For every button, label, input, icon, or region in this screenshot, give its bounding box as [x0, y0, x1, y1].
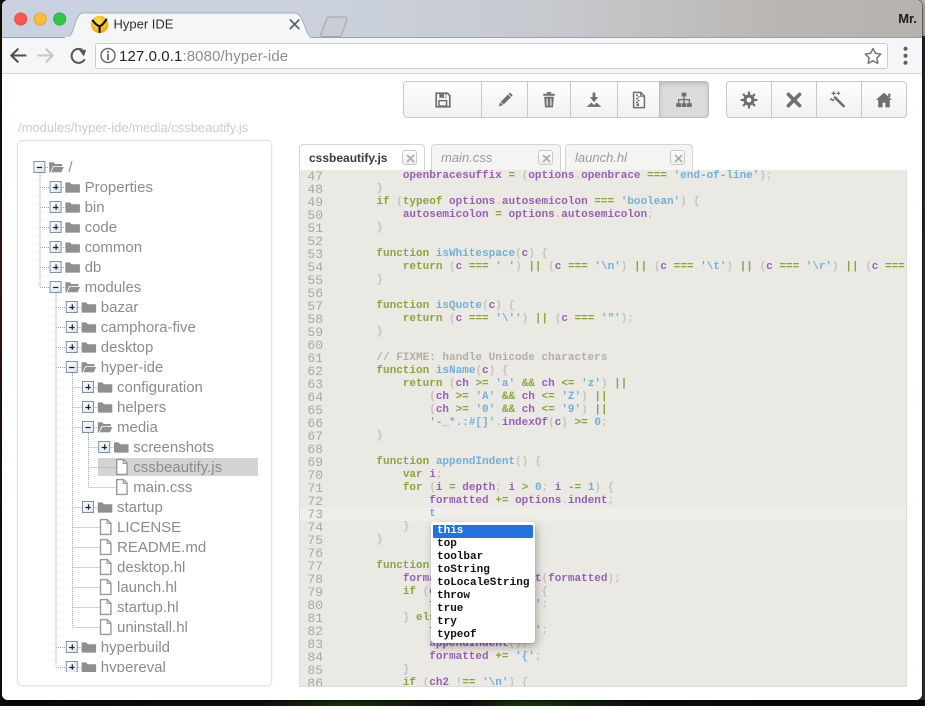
- svg-text:desktop: desktop: [101, 339, 154, 356]
- svg-text:code: code: [85, 219, 118, 236]
- svg-text:cssbeautify.js: cssbeautify.js: [133, 459, 222, 476]
- svg-text:hyperbuild: hyperbuild: [101, 639, 170, 656]
- svg-text:hyper-ide: hyper-ide: [101, 359, 164, 376]
- svg-text:/: /: [68, 159, 73, 176]
- svg-text:common: common: [85, 239, 143, 256]
- svg-text:modules: modules: [85, 279, 142, 296]
- svg-text:bazar: bazar: [101, 299, 139, 316]
- svg-text:main.css: main.css: [133, 479, 192, 496]
- svg-text:Hyper IDE: Hyper IDE: [114, 17, 174, 32]
- svg-text:launch.hl: launch.hl: [117, 579, 177, 596]
- svg-text:bin: bin: [85, 199, 105, 216]
- svg-text:README.md: README.md: [117, 539, 206, 556]
- svg-text:screenshots: screenshots: [133, 439, 214, 456]
- svg-text:uninstall.hl: uninstall.hl: [117, 619, 188, 636]
- svg-text:LICENSE: LICENSE: [117, 519, 181, 536]
- svg-text:camphora-five: camphora-five: [101, 319, 196, 336]
- svg-text:configuration: configuration: [117, 379, 203, 396]
- svg-text:media: media: [117, 419, 159, 436]
- svg-text:desktop.hl: desktop.hl: [117, 559, 185, 576]
- svg-text:db: db: [85, 259, 102, 276]
- svg-text:startup: startup: [117, 499, 163, 516]
- svg-text:hypereval: hypereval: [101, 659, 166, 672]
- svg-text:helpers: helpers: [117, 399, 166, 416]
- svg-text:startup.hl: startup.hl: [117, 599, 179, 616]
- svg-text:Properties: Properties: [85, 179, 153, 196]
